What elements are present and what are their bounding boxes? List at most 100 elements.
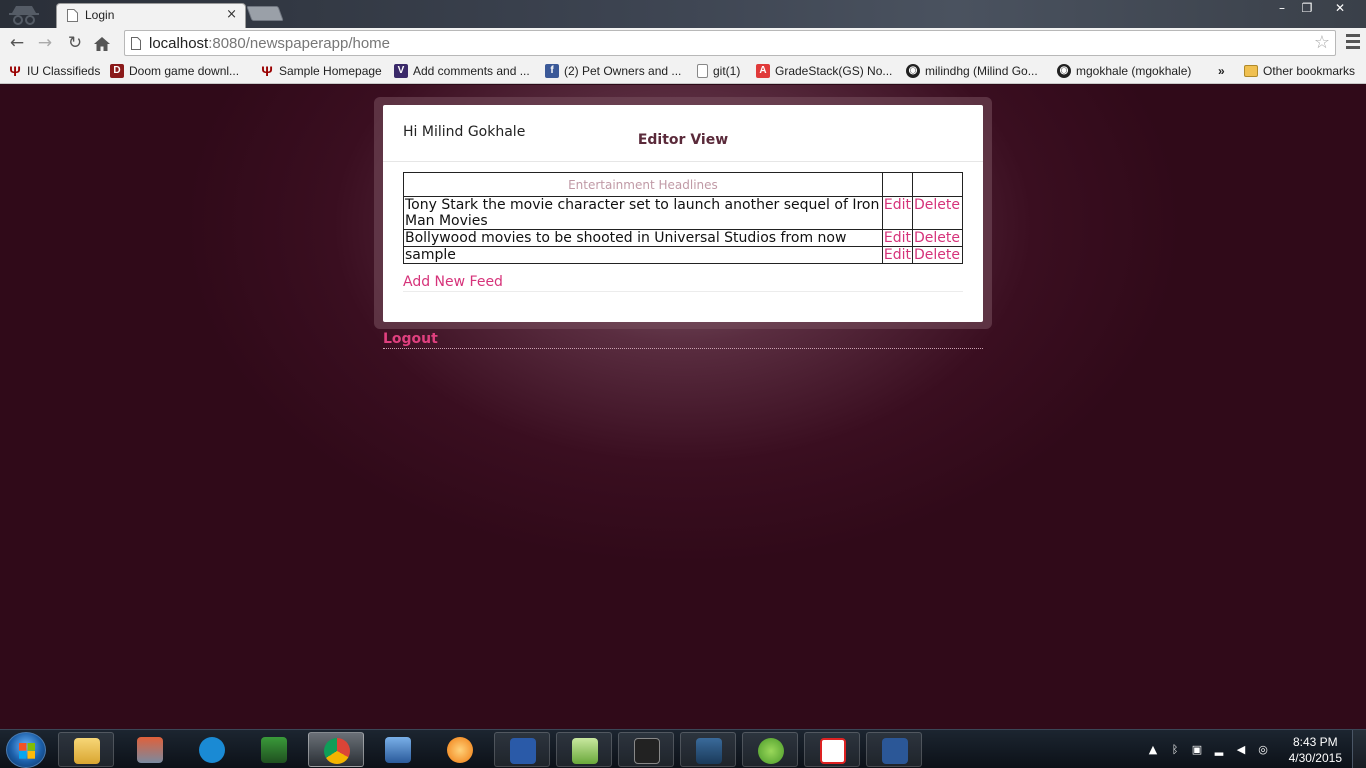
taskbar-powershell[interactable] (494, 732, 550, 767)
taskbar-acrobat[interactable] (804, 732, 860, 767)
clock[interactable]: 8:43 PM 4/30/2015 (1289, 734, 1342, 766)
taskbar-explorer[interactable] (58, 732, 114, 767)
reload-icon[interactable]: ↻ (64, 32, 86, 54)
monitor-icon (261, 737, 287, 763)
browser-titlebar: Login × – ❐ ✕ (0, 0, 1366, 28)
table-header: Entertainment Headlines (403, 172, 883, 197)
table-header-row: Entertainment Headlines (403, 172, 963, 197)
browser-toolbar: ← → ↻ localhost:8080/newspaperapp/home ☆ (0, 28, 1366, 58)
github-icon: ◉ (1057, 64, 1071, 78)
remote-desktop-icon (385, 737, 411, 763)
bookmarks-overflow-button[interactable]: » (1218, 63, 1225, 79)
system-tray: ▲ ᛒ ▣ ▂ ◀ ◎ 8:43 PM 4/30/2015 (1126, 730, 1366, 768)
home-icon[interactable] (93, 36, 111, 52)
page-viewport: Hi Milind Gokhale Editor View Entertainm… (0, 85, 1366, 729)
network-icon[interactable]: ◎ (1256, 743, 1270, 757)
taskbar-notepad[interactable] (556, 732, 612, 767)
table-header-empty (912, 172, 963, 197)
bookmark-item[interactable]: Ψ IU Classifieds (8, 63, 100, 79)
delete-link[interactable]: Delete (912, 246, 963, 264)
taskbar-monitor[interactable] (246, 732, 302, 767)
table-row: Tony Stark the movie character set to la… (403, 196, 963, 230)
bluetooth-icon[interactable]: ᛒ (1168, 743, 1182, 757)
taskbar-cmd[interactable] (618, 732, 674, 767)
taskbar-hp[interactable] (184, 732, 240, 767)
bookmark-item[interactable]: A GradeStack(GS) No... (756, 63, 892, 79)
divider (383, 161, 983, 162)
windows-taskbar: ▲ ᛒ ▣ ▂ ◀ ◎ 8:43 PM 4/30/2015 (0, 729, 1366, 768)
bookmark-item[interactable]: Ψ Sample Homepage (260, 63, 381, 79)
database-icon (696, 738, 722, 764)
bookmark-item[interactable]: f (2) Pet Owners and ... (545, 63, 681, 79)
clock-date: 4/30/2015 (1288, 751, 1342, 765)
delete-link[interactable]: Delete (912, 196, 963, 230)
show-hidden-icons-icon[interactable]: ▲ (1146, 743, 1160, 757)
notepad-icon (572, 738, 598, 764)
editor-card: Hi Milind Gokhale Editor View Entertainm… (383, 105, 983, 322)
app-icon (137, 737, 163, 763)
browser-tab[interactable]: Login × (56, 3, 246, 28)
other-bookmarks[interactable]: Other bookmarks (1244, 63, 1355, 79)
delete-link[interactable]: Delete (912, 229, 963, 247)
incognito-icon (9, 6, 39, 25)
iu-icon: Ψ (9, 63, 21, 79)
edit-link[interactable]: Edit (881, 196, 914, 230)
taskbar-spring[interactable] (742, 732, 798, 767)
headline-cell: Tony Stark the movie character set to la… (403, 196, 883, 230)
taskbar-app[interactable] (122, 732, 178, 767)
page-title: Editor View (637, 132, 729, 148)
clock-time: 8:43 PM (1292, 735, 1338, 749)
vs-icon: V (394, 64, 408, 78)
hp-icon (199, 737, 225, 763)
taskbar-mysql[interactable] (680, 732, 736, 767)
spring-icon (758, 738, 784, 764)
page-icon (697, 64, 708, 78)
taskbar-word[interactable] (866, 732, 922, 767)
table-row: sample Edit Delete (403, 246, 963, 264)
divider (403, 291, 963, 292)
start-button[interactable] (6, 732, 46, 768)
menu-icon[interactable] (1346, 34, 1360, 50)
page-icon (131, 37, 141, 50)
forward-icon[interactable]: → (34, 32, 56, 54)
taskbar-vlc[interactable] (432, 732, 488, 767)
pdf-icon (820, 738, 846, 764)
minimize-button[interactable]: – (1270, 0, 1294, 18)
edit-link[interactable]: Edit (881, 229, 914, 247)
bookmark-item[interactable]: ◉ milindhg (Milind Go... (906, 63, 1038, 79)
tab-close-icon[interactable]: × (226, 7, 237, 22)
signal-icon[interactable]: ▂ (1212, 743, 1226, 757)
powershell-icon (510, 738, 536, 764)
bookmark-item[interactable]: D Doom game downl... (110, 63, 239, 79)
taskbar-remote-desktop[interactable] (370, 732, 426, 767)
new-tab-button[interactable] (246, 6, 284, 21)
restore-button[interactable]: ❐ (1295, 0, 1319, 18)
folder-icon (74, 738, 100, 764)
table-row: Bollywood movies to be shooted in Univer… (403, 229, 963, 247)
bookmark-star-icon[interactable]: ☆ (1314, 32, 1330, 53)
headline-cell: Bollywood movies to be shooted in Univer… (403, 229, 883, 247)
show-desktop-button[interactable] (1352, 730, 1366, 768)
back-icon[interactable]: ← (6, 32, 28, 54)
terminal-icon (634, 738, 660, 764)
folder-icon (1244, 65, 1258, 77)
table-header-empty (881, 172, 914, 197)
bookmarks-bar: Ψ IU Classifieds D Doom game downl... Ψ … (0, 58, 1366, 84)
address-bar[interactable]: localhost:8080/newspaperapp/home ☆ (124, 30, 1336, 56)
add-new-feed-link[interactable]: Add New Feed (403, 274, 503, 290)
gradestack-icon: A (756, 64, 770, 78)
taskbar-chrome[interactable] (308, 732, 364, 767)
headlines-table: Entertainment Headlines Tony Stark the m… (403, 172, 963, 264)
close-window-button[interactable]: ✕ (1320, 0, 1360, 18)
edit-link[interactable]: Edit (881, 246, 914, 264)
headline-cell: sample (403, 246, 883, 264)
page-icon (67, 9, 78, 22)
bookmark-item[interactable]: git(1) (697, 63, 740, 79)
dotted-divider (383, 348, 983, 349)
volume-muted-icon[interactable]: ◀ (1234, 743, 1248, 757)
word-icon (882, 738, 908, 764)
device-icon[interactable]: ▣ (1190, 743, 1204, 757)
bookmark-item[interactable]: ◉ mgokhale (mgokhale) (1057, 63, 1191, 79)
logout-link[interactable]: Logout (383, 331, 438, 347)
bookmark-item[interactable]: V Add comments and ... (394, 63, 530, 79)
